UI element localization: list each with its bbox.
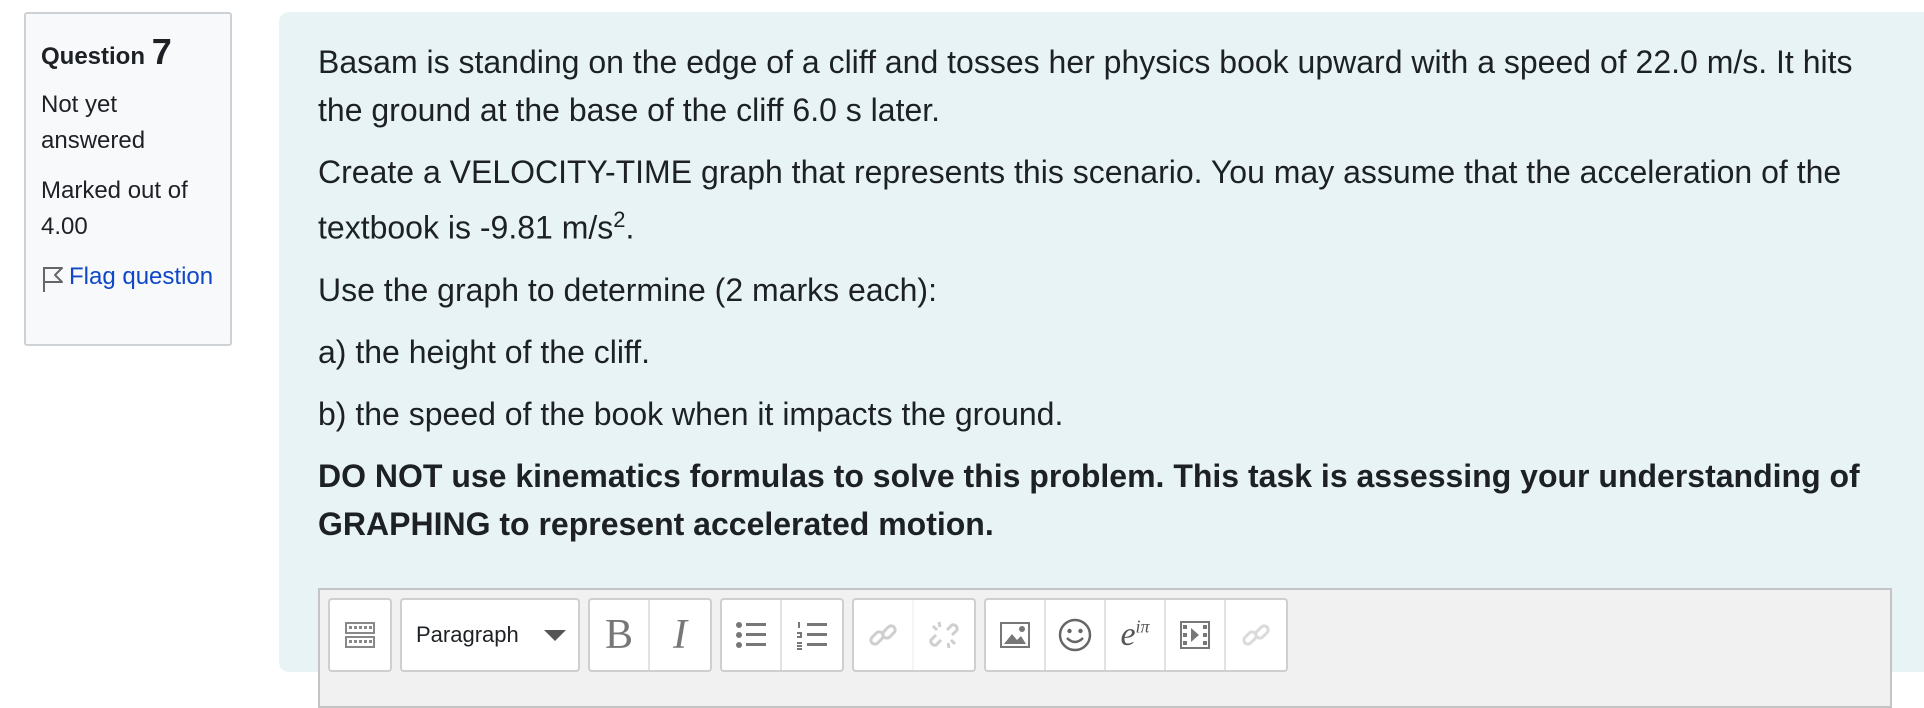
- link-button[interactable]: [854, 600, 914, 670]
- insert-equation-button[interactable]: eiπ: [1106, 600, 1166, 670]
- flag-icon: [43, 267, 63, 293]
- italic-button[interactable]: I: [650, 600, 710, 670]
- unlink-button[interactable]: [914, 600, 974, 670]
- link-icon: [869, 624, 897, 646]
- question-status: Not yet answered: [41, 91, 146, 155]
- insert-media-button[interactable]: [1166, 600, 1226, 670]
- question-label: Question: [41, 43, 146, 70]
- question-warning: DO NOT use kinematics formulas to solve …: [318, 457, 1860, 542]
- question-heading: Question 7: [41, 30, 216, 73]
- question-text: Basam is standing on the edge of a cliff…: [318, 38, 1898, 562]
- task-period: .: [625, 209, 635, 246]
- files-link-icon: [1242, 624, 1270, 646]
- bold-button[interactable]: B: [590, 600, 650, 670]
- paragraph-style-value: Paragraph: [416, 622, 519, 647]
- equation-base: e: [1120, 616, 1136, 653]
- flag-question-link[interactable]: Flag question: [41, 259, 216, 295]
- toolbar-group-insert: eiπ: [984, 598, 1288, 672]
- insert-emoticon-button[interactable]: [1046, 600, 1106, 670]
- media-icon: [1180, 621, 1210, 649]
- ordered-list-button[interactable]: [782, 600, 842, 670]
- question-item-b: b) the speed of the book when it impacts…: [318, 395, 1064, 432]
- toolbar-group-links: [852, 598, 976, 672]
- question-item-a: a) the height of the cliff.: [318, 333, 651, 370]
- paragraph-style-select[interactable]: Paragraph: [402, 600, 578, 670]
- bullet-list-icon: [736, 622, 766, 648]
- toolbar-group-font: B I: [588, 598, 712, 672]
- question-info-panel: Question 7 Not yet answered Marked out o…: [24, 12, 232, 346]
- flag-question-label[interactable]: Flag question: [69, 259, 213, 295]
- toolbar-group-collapse: [328, 598, 392, 672]
- answer-editor[interactable]: Paragraph B I eiπ: [318, 588, 1892, 708]
- question-marks: Marked out of 4.00: [41, 177, 188, 241]
- unordered-list-button[interactable]: [722, 600, 782, 670]
- toolbar-group-style: Paragraph: [400, 598, 580, 672]
- show-more-buttons[interactable]: [330, 600, 390, 670]
- task-text: Create a VELOCITY-TIME graph that repres…: [318, 154, 1842, 246]
- emoticon-icon: [1058, 618, 1092, 652]
- image-icon: [1000, 622, 1030, 648]
- bold-icon: B: [604, 612, 633, 658]
- equation-icon: eiπ: [1120, 616, 1149, 654]
- manage-files-button[interactable]: [1226, 600, 1286, 670]
- insert-image-button[interactable]: [986, 600, 1046, 670]
- numbered-list-icon: [797, 622, 827, 650]
- equation-exponent: iπ: [1135, 616, 1150, 637]
- question-paragraph-task: Create a VELOCITY-TIME graph that repres…: [318, 148, 1898, 252]
- question-paragraph-scenario: Basam is standing on the edge of a cliff…: [318, 44, 1853, 128]
- toolbar-toggle-icon: [345, 622, 375, 648]
- unlink-icon: [929, 621, 959, 649]
- italic-icon: I: [673, 612, 687, 658]
- question-content-panel: Basam is standing on the edge of a cliff…: [279, 12, 1924, 708]
- toolbar-group-lists: [720, 598, 844, 672]
- editor-toolbar: Paragraph B I eiπ: [328, 598, 1296, 672]
- chevron-down-icon: [544, 630, 566, 641]
- question-paragraph-instructions: Use the graph to determine (2 marks each…: [318, 271, 937, 308]
- exponent: 2: [613, 207, 626, 232]
- question-number: 7: [151, 31, 172, 72]
